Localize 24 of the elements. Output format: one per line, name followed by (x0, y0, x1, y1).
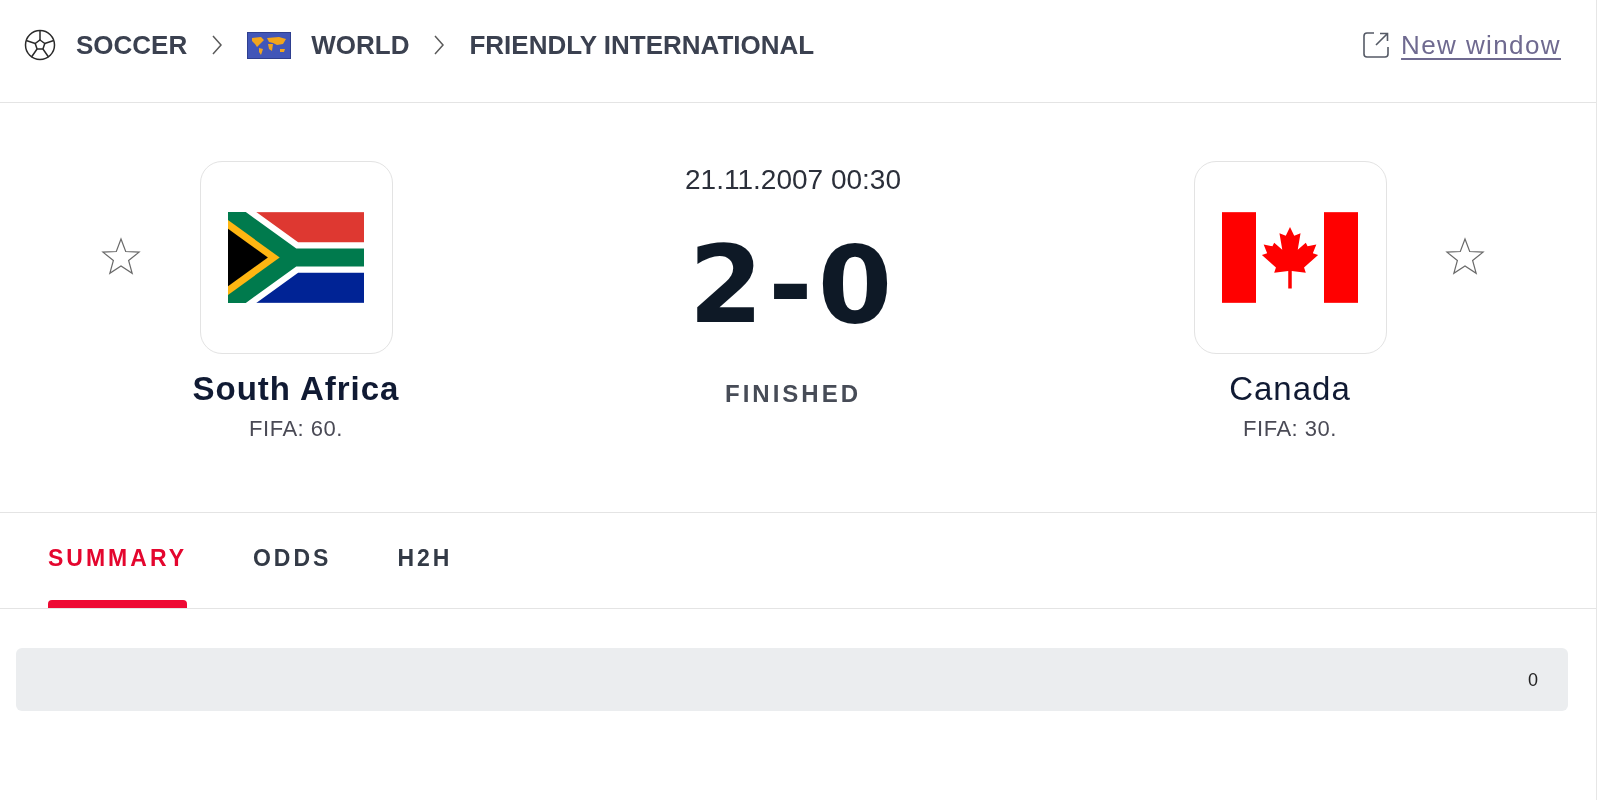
tab[interactable]: SUMMARY (48, 513, 187, 608)
canada-flag-icon (1193, 161, 1387, 354)
team-name[interactable]: South Africa (192, 369, 400, 409)
favorite-star-icon[interactable] (1445, 237, 1485, 277)
chevron-right-icon (211, 34, 224, 56)
breadcrumb-link[interactable]: WORLD (247, 29, 410, 61)
tab[interactable]: ODDS (253, 513, 332, 608)
breadcrumb-link[interactable]: SOCCER (24, 29, 188, 61)
external-link-icon (1362, 31, 1391, 59)
match-score: 2-0 (688, 232, 898, 339)
team-name[interactable]: Canada (1229, 369, 1351, 409)
favorite-star-icon[interactable] (101, 237, 141, 277)
fifa-ranking: FIFA: 30. (1243, 415, 1337, 443)
tab[interactable]: H2H (397, 513, 453, 608)
match-status: FINISHED (725, 379, 861, 409)
match-date-time: 21.11.2007 00:30 (685, 163, 901, 197)
chevron-right-icon (433, 34, 446, 56)
fifa-ranking: FIFA: 60. (249, 415, 343, 443)
score-text: 0 (1528, 668, 1538, 691)
new-window-link[interactable]: New window (1362, 29, 1561, 61)
south-africa-flag-icon (199, 161, 393, 354)
soccer-ball-icon (24, 29, 56, 61)
breadcrumb-link[interactable]: FRIENDLY INTERNATIONAL (469, 29, 815, 61)
world-map-flag-icon (247, 31, 292, 59)
